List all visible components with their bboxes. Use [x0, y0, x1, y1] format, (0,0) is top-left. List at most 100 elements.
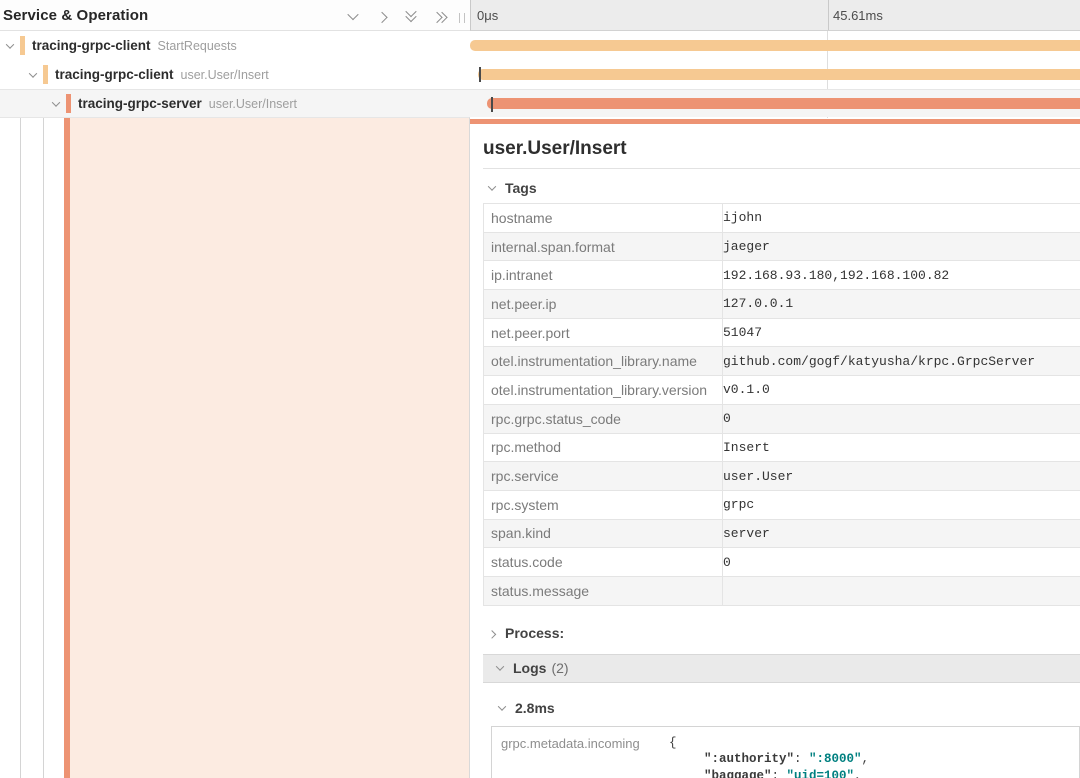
span-detail-panel: user.User/Insert Tags hostnameijohninter…	[470, 124, 1080, 778]
span-detail-title: user.User/Insert	[483, 137, 1080, 160]
tag-row: net.peer.ip127.0.0.1	[484, 290, 1080, 319]
log-field-value-json: { ":authority": ":8000","baggage": "uid=…	[669, 735, 869, 778]
expanded-row-left-gutter	[0, 117, 470, 778]
process-section-toggle[interactable]: Process:	[483, 606, 1080, 641]
tag-value: 127.0.0.1	[723, 290, 1080, 319]
span-row-client-startrequests[interactable]: tracing-grpc-client StartRequests	[0, 31, 470, 60]
tags-table: hostnameijohninternal.span.formatjaegeri…	[483, 203, 1080, 606]
tag-value: 51047	[723, 318, 1080, 347]
span-service-name: tracing-grpc-client	[32, 38, 151, 53]
span-row-client-insert[interactable]: tracing-grpc-client user.User/Insert	[0, 60, 470, 89]
span-color-chip-2	[66, 94, 71, 113]
time-tick-label: 0μs	[477, 8, 498, 23]
tag-row: rpc.systemgrpc	[484, 490, 1080, 519]
logs-section-toggle[interactable]: Logs (2)	[483, 654, 1080, 683]
span-log-tick-1	[479, 67, 481, 82]
span-service-name: tracing-grpc-client	[55, 67, 174, 82]
timeline-ruler: 0μs 45.61ms	[470, 0, 1080, 31]
service-operation-title: Service & Operation	[3, 7, 148, 24]
log-field-key: grpc.metadata.incoming	[501, 735, 669, 751]
tag-row: otel.instrumentation_library.namegithub.…	[484, 347, 1080, 376]
timeline-row-0[interactable]	[470, 31, 1080, 60]
tag-row: rpc.methodInsert	[484, 433, 1080, 462]
tag-value	[723, 576, 1080, 605]
span-bar-1[interactable]	[478, 69, 1080, 80]
tag-key: rpc.service	[484, 462, 723, 491]
span-log-tick-2	[491, 97, 493, 112]
span-bar-2[interactable]	[487, 98, 1080, 109]
tag-key: rpc.method	[484, 433, 723, 462]
chevron-down-icon	[494, 662, 506, 674]
tag-row: ip.intranet192.168.93.180,192.168.100.82	[484, 261, 1080, 290]
span-tree-panel: Service & Operation tracing-grpc-client …	[0, 0, 470, 778]
tag-key: internal.span.format	[484, 232, 723, 261]
logs-section-label: Logs	[513, 660, 546, 676]
timeline-row-1[interactable]	[470, 60, 1080, 89]
tag-row: status.code0	[484, 548, 1080, 577]
log-timestamp-label: 2.8ms	[515, 700, 555, 716]
tag-value: server	[723, 519, 1080, 548]
tag-value: github.com/gogf/katyusha/krpc.GrpcServer	[723, 347, 1080, 376]
chevron-down-icon[interactable]	[4, 40, 16, 52]
tag-key: rpc.system	[484, 490, 723, 519]
tag-key: net.peer.ip	[484, 290, 723, 319]
chevron-down-icon[interactable]	[50, 98, 62, 110]
tag-value: ijohn	[723, 204, 1080, 233]
double-chevron-right-icon	[433, 10, 447, 22]
tag-row: status.message	[484, 576, 1080, 605]
tag-value: grpc	[723, 490, 1080, 519]
tree-toolbar	[345, 0, 448, 31]
tag-key: status.code	[484, 548, 723, 577]
tag-row: rpc.serviceuser.User	[484, 462, 1080, 491]
tag-key: otel.instrumentation_library.name	[484, 347, 723, 376]
tag-key: rpc.grpc.status_code	[484, 404, 723, 433]
log-entry-toggle[interactable]: 2.8ms	[483, 683, 1080, 716]
expand-all-button[interactable]	[432, 8, 448, 24]
tag-key: status.message	[484, 576, 723, 605]
span-row-server-insert[interactable]: tracing-grpc-server user.User/Insert	[0, 89, 470, 117]
span-color-chip-1	[43, 65, 48, 84]
json-line: "baggage": "uid=100",	[669, 768, 869, 778]
column-resize-grip[interactable]	[459, 13, 465, 23]
span-color-chip-0	[20, 36, 25, 55]
timeline-rows	[470, 31, 1080, 118]
chevron-right-icon	[376, 11, 387, 22]
span-service-name: tracing-grpc-server	[78, 96, 202, 111]
chevron-right-icon	[486, 627, 498, 639]
collapse-one-button[interactable]	[345, 8, 361, 24]
tag-key: ip.intranet	[484, 261, 723, 290]
tag-value: jaeger	[723, 232, 1080, 261]
json-line: ":authority": ":8000",	[669, 751, 869, 768]
tag-key: hostname	[484, 204, 723, 233]
chevron-down-icon	[496, 702, 508, 714]
tags-section-label: Tags	[505, 180, 537, 196]
log-fields-table: grpc.metadata.incoming { ":authority": "…	[491, 726, 1080, 778]
tag-value: 0	[723, 404, 1080, 433]
tag-key: net.peer.port	[484, 318, 723, 347]
timeline-panel: 0μs 45.61ms user.User/Insert	[470, 0, 1080, 778]
span-operation-name: user.User/Insert	[209, 97, 297, 111]
collapse-all-button[interactable]	[403, 8, 419, 24]
tag-row: otel.instrumentation_library.versionv0.1…	[484, 376, 1080, 405]
chevron-down-icon	[486, 182, 498, 194]
selected-row-highlight	[70, 118, 469, 778]
span-operation-name: user.User/Insert	[181, 68, 269, 82]
span-tree-header: Service & Operation	[0, 0, 470, 31]
double-chevron-down-icon	[405, 9, 417, 23]
tag-value: 0	[723, 548, 1080, 577]
logs-count-badge: (2)	[551, 660, 568, 676]
span-bar-0[interactable]	[470, 40, 1080, 51]
expand-one-button[interactable]	[374, 8, 390, 24]
timeline-row-2[interactable]	[470, 89, 1080, 117]
chevron-down-icon	[347, 8, 358, 19]
indent-guide	[43, 118, 44, 778]
tags-section-toggle[interactable]: Tags	[483, 169, 1080, 203]
tag-row: span.kindserver	[484, 519, 1080, 548]
chevron-down-icon[interactable]	[27, 69, 39, 81]
time-gridline	[828, 0, 829, 30]
tag-row: hostnameijohn	[484, 204, 1080, 233]
tags-table-body: hostnameijohninternal.span.formatjaegeri…	[484, 204, 1080, 606]
process-section-label: Process:	[505, 625, 564, 641]
tag-row: net.peer.port51047	[484, 318, 1080, 347]
tag-row: rpc.grpc.status_code0	[484, 404, 1080, 433]
